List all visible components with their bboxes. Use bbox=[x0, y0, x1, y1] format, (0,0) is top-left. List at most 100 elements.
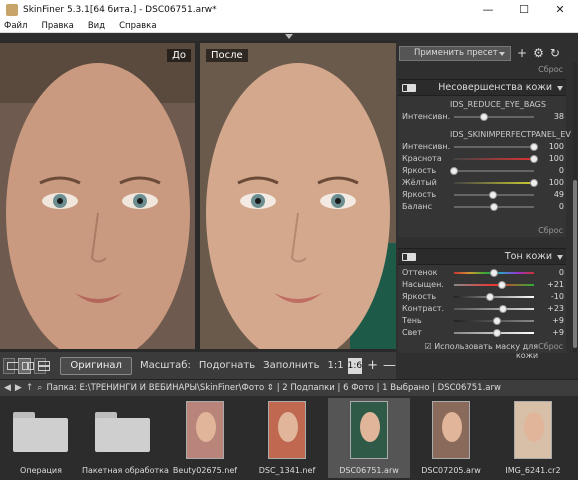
slider-knob[interactable] bbox=[530, 155, 538, 163]
skin-tone-toggle[interactable] bbox=[402, 252, 416, 261]
slider-track[interactable] bbox=[454, 305, 534, 313]
slider-knob[interactable] bbox=[493, 317, 502, 325]
folder-path-text: Папка: E:\ТРЕНИНГИ И ВЕБИНАРЫ\SkinFiner\… bbox=[46, 383, 501, 393]
slider-track[interactable] bbox=[454, 329, 534, 337]
forward-arrow-icon[interactable]: ▶ bbox=[15, 383, 22, 393]
scrollbar-thumb[interactable] bbox=[573, 180, 577, 348]
slider-label: Интенсивн. bbox=[402, 112, 451, 121]
slider-track[interactable] bbox=[454, 155, 538, 163]
filmstrip-thumbnail[interactable]: Beuty02675.nef bbox=[164, 398, 246, 478]
slider-knob[interactable] bbox=[486, 293, 494, 301]
minimize-button[interactable]: — bbox=[470, 0, 506, 19]
slider-label: Яркость bbox=[402, 292, 437, 301]
stacked-view-button[interactable] bbox=[33, 357, 50, 374]
slider-row: Краснота 100 bbox=[398, 153, 566, 165]
fit-button[interactable]: Подогнать bbox=[199, 360, 255, 371]
filmstrip-thumbnail[interactable]: DSC07205.arw bbox=[410, 398, 492, 478]
close-button[interactable]: ✕ bbox=[542, 0, 578, 19]
imperfections-reset-link[interactable]: Сброс bbox=[398, 223, 566, 237]
fill-button[interactable]: Заполнить bbox=[263, 360, 319, 371]
slider-row: Баланс 0 bbox=[398, 201, 566, 213]
reset-link-top[interactable]: Сброс bbox=[538, 65, 563, 74]
slider-track[interactable] bbox=[454, 293, 534, 301]
slider-label: Яркость bbox=[402, 190, 437, 199]
slider-label: Свет bbox=[402, 328, 422, 337]
slider-track[interactable] bbox=[454, 113, 534, 121]
slider-label: Яркость bbox=[402, 166, 437, 175]
panel-scrollbar[interactable] bbox=[573, 62, 577, 352]
filmstrip-thumbnail[interactable]: DSC_1341.nef bbox=[246, 398, 328, 478]
before-photo[interactable]: До bbox=[0, 43, 195, 349]
search-icon[interactable]: ⌕ bbox=[37, 383, 42, 393]
slider-label: Оттенок bbox=[402, 268, 438, 277]
original-button[interactable]: Оригинал bbox=[60, 356, 132, 375]
collapse-strip[interactable] bbox=[0, 33, 578, 41]
slider-knob[interactable] bbox=[480, 113, 489, 121]
filmstrip-thumbnail[interactable]: IMG_6241.cr2 bbox=[492, 398, 574, 478]
maximize-button[interactable]: ☐ bbox=[506, 0, 542, 19]
zoom-in-button[interactable]: + bbox=[367, 358, 378, 373]
actual-size-button[interactable]: 1:1 bbox=[328, 360, 344, 371]
imperfections-toggle[interactable] bbox=[402, 83, 416, 92]
slider-track[interactable] bbox=[454, 269, 534, 277]
photo-thumbnail bbox=[268, 401, 306, 459]
up-arrow-icon[interactable]: ↑ bbox=[26, 383, 34, 393]
slider-knob[interactable] bbox=[530, 143, 538, 151]
split-view-button[interactable] bbox=[18, 357, 35, 374]
filmstrip-folder[interactable]: Пакетная обработка bbox=[82, 398, 169, 478]
slider-label: Баланс bbox=[402, 202, 433, 211]
slider-knob[interactable] bbox=[450, 167, 458, 175]
slider-row: Контраст. +23 bbox=[398, 303, 566, 315]
zoom-field[interactable]: 1:6 bbox=[347, 357, 363, 374]
after-photo[interactable]: После bbox=[200, 43, 396, 349]
slider-track[interactable] bbox=[450, 167, 534, 175]
slider-track[interactable] bbox=[454, 281, 534, 289]
title-bar: SkinFiner 5.3.1[64 бита.] - DSC06751.arw… bbox=[0, 0, 578, 19]
slider-row: Интенсивн. 38 bbox=[398, 111, 566, 123]
filmstrip-thumbnail[interactable]: DSC06751.arw bbox=[328, 398, 410, 478]
menu-help[interactable]: Справка bbox=[119, 21, 156, 31]
slider-knob[interactable] bbox=[498, 305, 507, 313]
filmstrip: Операция Пакетная обработка Beuty02675.nef… bbox=[0, 396, 578, 480]
slider-knob[interactable] bbox=[498, 281, 506, 289]
slider-track[interactable] bbox=[454, 191, 534, 199]
slider-row: Яркость 49 bbox=[398, 189, 566, 201]
refresh-icon[interactable]: ↻ bbox=[550, 46, 560, 60]
slider-track[interactable] bbox=[454, 143, 538, 151]
slider-track[interactable] bbox=[454, 317, 534, 325]
slider-track[interactable] bbox=[454, 203, 534, 211]
menu-edit[interactable]: Правка bbox=[41, 21, 73, 31]
slider-row: Яркость 0 bbox=[398, 165, 566, 177]
chevron-down-icon[interactable] bbox=[557, 86, 563, 91]
skin-tone-title: Тон кожи bbox=[504, 251, 552, 262]
back-arrow-icon[interactable]: ◀ bbox=[4, 383, 11, 393]
preset-dropdown[interactable]: Применить пресет bbox=[399, 45, 511, 61]
use-skin-mask-checkbox[interactable]: ☑ Использовать маску для кожи bbox=[402, 342, 538, 360]
slider-row: Свет +9 bbox=[398, 327, 566, 339]
before-label: До bbox=[167, 49, 191, 62]
menu-file[interactable]: Файл bbox=[4, 21, 27, 31]
slider-track[interactable] bbox=[454, 179, 538, 187]
add-preset-icon[interactable]: + bbox=[517, 46, 527, 60]
slider-label: Жёлтый bbox=[402, 178, 437, 187]
zoom-out-button[interactable]: — bbox=[383, 358, 396, 373]
settings-gear-icon[interactable]: ⚙ bbox=[533, 46, 544, 60]
slider-knob[interactable] bbox=[530, 179, 538, 187]
filmstrip-folder[interactable]: Операция bbox=[0, 398, 82, 478]
photo-thumbnail bbox=[432, 401, 470, 459]
tone-reset-link[interactable]: Сброс bbox=[538, 342, 563, 353]
slider-knob[interactable] bbox=[493, 329, 502, 337]
folder-icon bbox=[95, 412, 150, 452]
slider-label: Краснота bbox=[402, 154, 442, 163]
slider-knob[interactable] bbox=[490, 203, 498, 211]
collapse-arrow-icon[interactable] bbox=[285, 34, 293, 39]
filmstrip-item-name: Beuty02675.nef bbox=[172, 466, 238, 475]
single-view-button[interactable] bbox=[3, 357, 19, 374]
adjustments-panel: Применить пресет + ⚙ ↻ Сброс Несовершенс… bbox=[396, 41, 578, 379]
chevron-down-icon[interactable] bbox=[557, 255, 563, 260]
photo-thumbnail bbox=[186, 401, 224, 459]
slider-value: 100 bbox=[548, 142, 564, 151]
slider-knob[interactable] bbox=[490, 269, 498, 277]
slider-knob[interactable] bbox=[489, 191, 498, 199]
menu-view[interactable]: Вид bbox=[88, 21, 105, 31]
